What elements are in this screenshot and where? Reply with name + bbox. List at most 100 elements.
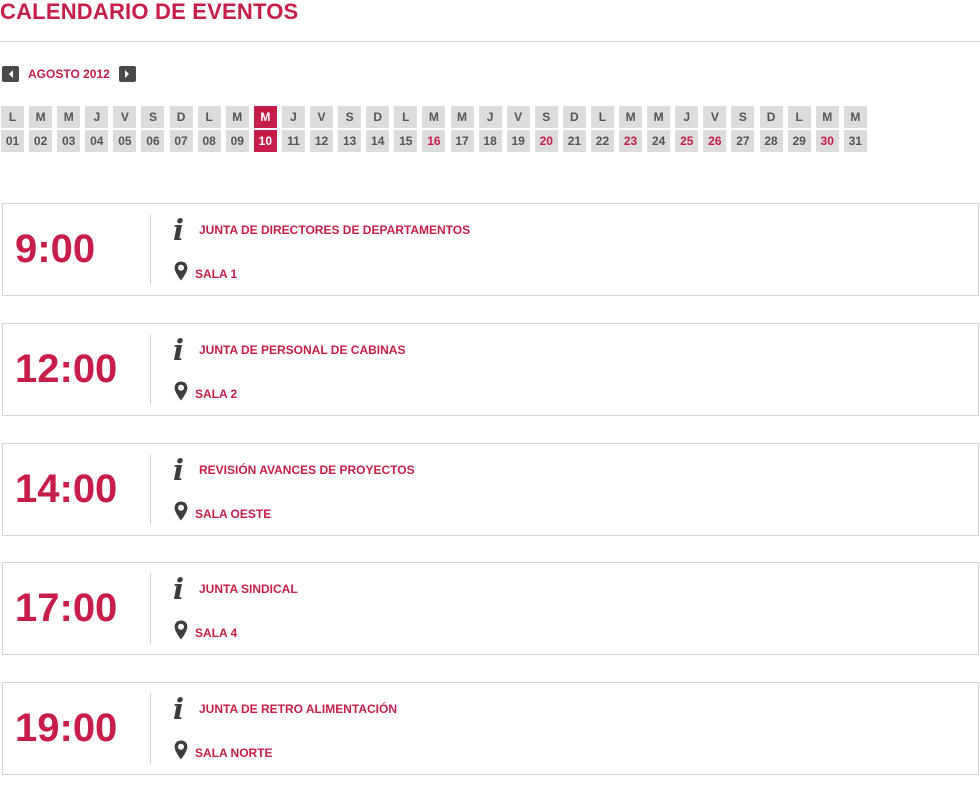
weekday-letter: J — [478, 106, 502, 128]
weekday-letter: S — [141, 106, 165, 128]
event-card[interactable]: 14:00 i REVISIÓN AVANCES DE PROYECTOS SA… — [2, 443, 979, 536]
calendar-day-04[interactable]: 04 — [85, 130, 109, 152]
calendar-day-20[interactable]: 20 — [534, 130, 558, 152]
map-pin-icon — [174, 740, 188, 760]
event-card[interactable]: 12:00 i JUNTA DE PERSONAL DE CABINAS SAL… — [2, 323, 979, 416]
weekday-letter: J — [675, 106, 699, 128]
event-divider — [150, 573, 151, 644]
event-time: 17:00 — [15, 586, 118, 630]
weekday-letter: L — [590, 106, 614, 128]
weekday-letter: S — [534, 106, 558, 128]
weekday-letter: S — [338, 106, 362, 128]
weekday-letter: V — [310, 106, 334, 128]
chevron-left-icon — [8, 70, 13, 78]
calendar-weekday-row: LMMJVSDLMMJVSDLMMJVSDLMMJVSDLMM — [1, 106, 872, 128]
weekday-letter: M — [225, 106, 249, 128]
event-time: 19:00 — [15, 706, 118, 750]
calendar-day-31[interactable]: 31 — [843, 130, 867, 152]
weekday-letter: J — [281, 106, 305, 128]
calendar-day-15[interactable]: 15 — [394, 130, 418, 152]
event-card[interactable]: 9:00 i JUNTA DE DIRECTORES DE DEPARTAMEN… — [2, 203, 979, 296]
event-room: SALA OESTE — [195, 507, 272, 521]
calendar-day-07[interactable]: 07 — [169, 130, 193, 152]
weekday-letter: J — [85, 106, 109, 128]
calendar-day-24[interactable]: 24 — [647, 130, 671, 152]
title-divider — [0, 41, 980, 42]
weekday-letter: L — [394, 106, 418, 128]
calendar-day-11[interactable]: 11 — [281, 130, 305, 152]
weekday-letter: M — [815, 106, 839, 128]
weekday-letter: S — [731, 106, 755, 128]
calendar-day-16[interactable]: 16 — [422, 130, 446, 152]
event-room: SALA 2 — [195, 387, 238, 401]
calendar-day-03[interactable]: 03 — [57, 130, 81, 152]
calendar-day-06[interactable]: 06 — [141, 130, 165, 152]
weekday-letter: M — [619, 106, 643, 128]
event-card[interactable]: 17:00 i JUNTA SINDICAL SALA 4 — [2, 562, 979, 655]
calendar-day-27[interactable]: 27 — [731, 130, 755, 152]
calendar-day-row: 01 02 03 04 05 06 07 08 09 10 11 12 13 14 15 16 17 18 19 20… — [1, 130, 872, 152]
calendar-day-30[interactable]: 30 — [815, 130, 839, 152]
weekday-letter: D — [759, 106, 783, 128]
calendar-day-21[interactable]: 21 — [562, 130, 586, 152]
event-time: 9:00 — [15, 227, 96, 271]
event-time: 14:00 — [15, 467, 118, 511]
weekday-letter: M — [450, 106, 474, 128]
event-title: REVISIÓN AVANCES DE PROYECTOS — [199, 463, 415, 477]
month-label: AGOSTO 2012 — [28, 67, 110, 81]
info-icon: i — [173, 692, 185, 726]
calendar-day-17[interactable]: 17 — [450, 130, 474, 152]
event-divider — [150, 334, 151, 405]
next-month-button[interactable] — [118, 66, 136, 82]
event-room: SALA 4 — [195, 626, 238, 640]
calendar-day-22[interactable]: 22 — [590, 130, 614, 152]
calendar-day-08[interactable]: 08 — [197, 130, 221, 152]
event-title: JUNTA DE DIRECTORES DE DEPARTAMENTOS — [199, 223, 471, 237]
calendar-day-12[interactable]: 12 — [310, 130, 334, 152]
info-icon: i — [173, 572, 185, 606]
event-title: JUNTA SINDICAL — [199, 582, 298, 596]
calendar-day-01[interactable]: 01 — [1, 130, 24, 152]
weekday-letter: D — [562, 106, 586, 128]
map-pin-icon — [174, 261, 188, 281]
map-pin-icon — [174, 620, 188, 640]
chevron-right-icon — [125, 70, 130, 78]
map-pin-icon — [174, 501, 188, 521]
event-divider — [150, 214, 151, 285]
weekday-letter: L — [787, 106, 811, 128]
weekday-letter: V — [703, 106, 727, 128]
calendar-day-14[interactable]: 14 — [366, 130, 390, 152]
weekday-letter: M — [57, 106, 81, 128]
event-card[interactable]: 19:00 i JUNTA DE RETRO ALIMENTACIÓN SALA… — [2, 682, 979, 775]
calendar-day-29[interactable]: 29 — [787, 130, 811, 152]
calendar-day-19[interactable]: 19 — [506, 130, 530, 152]
page-title: CALENDARIO DE EVENTOS — [0, 0, 299, 24]
calendar-day-10[interactable]: 10 — [253, 130, 277, 152]
info-icon: i — [173, 453, 185, 487]
calendar-day-09[interactable]: 09 — [225, 130, 249, 152]
weekday-letter: V — [113, 106, 137, 128]
weekday-letter: D — [169, 106, 193, 128]
calendar-day-25[interactable]: 25 — [675, 130, 699, 152]
weekday-letter: M — [253, 106, 277, 128]
event-divider — [150, 693, 151, 764]
weekday-letter: M — [29, 106, 53, 128]
info-icon: i — [173, 213, 185, 247]
calendar-day-23[interactable]: 23 — [619, 130, 643, 152]
calendar-day-26[interactable]: 26 — [703, 130, 727, 152]
event-time: 12:00 — [15, 347, 118, 391]
month-navigation: AGOSTO 2012 — [2, 66, 136, 82]
weekday-letter: M — [647, 106, 671, 128]
prev-month-button[interactable] — [2, 66, 19, 82]
calendar-day-13[interactable]: 13 — [338, 130, 362, 152]
weekday-letter: D — [366, 106, 390, 128]
calendar-day-18[interactable]: 18 — [478, 130, 502, 152]
info-icon: i — [173, 333, 185, 367]
calendar-day-28[interactable]: 28 — [759, 130, 783, 152]
calendar-day-02[interactable]: 02 — [29, 130, 53, 152]
calendar-day-05[interactable]: 05 — [113, 130, 137, 152]
weekday-letter: L — [1, 106, 24, 128]
event-title: JUNTA DE PERSONAL DE CABINAS — [199, 343, 406, 357]
weekday-letter: M — [843, 106, 867, 128]
event-title: JUNTA DE RETRO ALIMENTACIÓN — [199, 702, 397, 716]
